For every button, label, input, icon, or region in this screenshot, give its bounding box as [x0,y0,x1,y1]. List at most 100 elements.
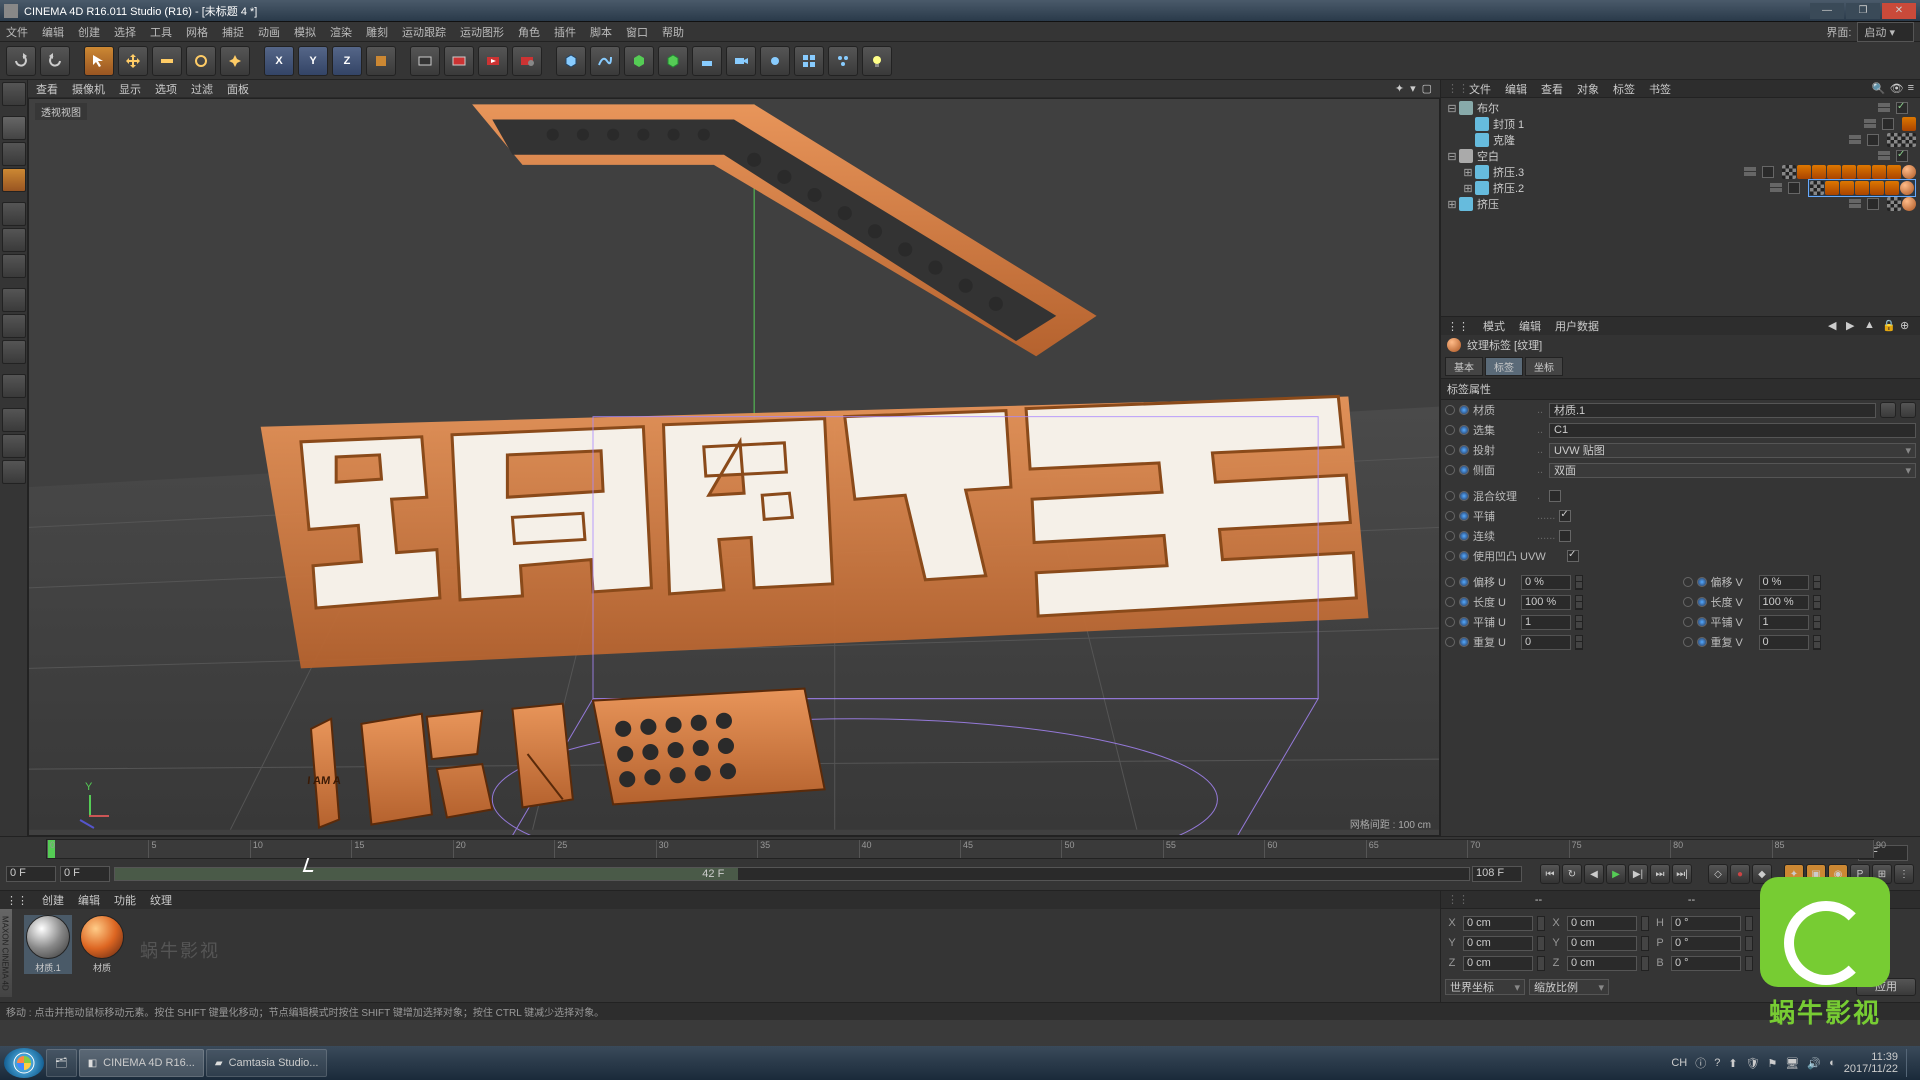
taskbar-camtasia[interactable]: ▰ Camtasia Studio... [206,1049,328,1077]
length-u-input[interactable]: 100 % [1521,595,1571,610]
panel-menu-item[interactable]: 创建 [42,892,64,908]
viewmenu-item[interactable]: 查看 [36,81,58,97]
panel-menu-item[interactable]: 标签 [1613,81,1635,97]
menu-item[interactable]: 文件 [6,24,28,40]
tag-icon[interactable] [1857,165,1871,179]
panel-menu-item[interactable]: 编辑 [1519,318,1541,334]
autokey-button[interactable]: ◇ [1708,864,1728,884]
apply-button[interactable]: 应用 [1856,978,1916,996]
viewport-solo-button[interactable] [2,408,26,432]
visibility-toggle[interactable] [1878,151,1890,161]
key-param-button[interactable]: P [1850,864,1870,884]
z-axis-button[interactable]: Z [332,46,362,76]
timeline-range[interactable]: 42 F [114,867,1470,881]
last-tool-button[interactable] [220,46,250,76]
filter-icon[interactable]: ≡ [1908,82,1914,95]
live-select-button[interactable] [84,46,114,76]
attribute-tab[interactable]: 标签 [1485,357,1523,376]
repeat-v-input[interactable]: 0 [1759,635,1809,650]
make-editable-button[interactable] [2,82,26,106]
new-icon[interactable]: ⊕ [1900,319,1914,333]
minimize-button[interactable]: — [1810,3,1844,19]
menu-item[interactable]: 窗口 [626,24,648,40]
move-button[interactable] [118,46,148,76]
model-mode-button[interactable] [2,116,26,140]
rot-p-input[interactable]: 0 ° [1671,936,1741,951]
tray-icon[interactable]: ? [1714,1057,1720,1069]
enable-checkbox[interactable] [1867,198,1879,210]
projection-select[interactable]: UVW 贴图 [1549,443,1916,458]
render-pv-button[interactable] [478,46,508,76]
enable-checkbox[interactable] [1867,134,1879,146]
edge-mode-button[interactable] [2,228,26,252]
tag-icon[interactable] [1902,197,1916,211]
frame-current-input[interactable]: 0 F [60,866,110,882]
object-name[interactable]: 挤压 [1475,196,1501,212]
pos-z-input[interactable]: 0 cm [1463,956,1533,971]
menu-item[interactable]: 脚本 [590,24,612,40]
menu-item[interactable]: 角色 [518,24,540,40]
scene-button[interactable] [794,46,824,76]
prev-frame-button[interactable]: ◀ [1584,864,1604,884]
key-rot-button[interactable]: ◉ [1828,864,1848,884]
tag-icon[interactable] [1825,181,1839,195]
tag-icon[interactable] [1827,165,1841,179]
goto-start-button[interactable]: ⏮ [1540,864,1560,884]
tag-icon[interactable] [1870,181,1884,195]
mix-checkbox[interactable] [1549,490,1561,502]
tray-icon[interactable]: ◐ [1829,1057,1836,1069]
tree-row[interactable]: ⊞挤压.3 [1445,164,1916,180]
render-view-button[interactable] [410,46,440,76]
coord-scale-select[interactable]: 缩放比例 [1529,979,1609,995]
key-opt-button[interactable]: ⋮ [1894,864,1914,884]
material-pick-button[interactable] [1880,402,1896,418]
menu-item[interactable]: 网格 [186,24,208,40]
panel-menu-item[interactable]: 纹理 [150,892,172,908]
key-pla-button[interactable]: ⊞ [1872,864,1892,884]
nav-fwd-icon[interactable]: ▶ [1846,319,1860,333]
visibility-toggle[interactable] [1864,119,1876,129]
expand-icon[interactable]: ⊞ [1463,182,1473,195]
environment-button[interactable] [692,46,722,76]
panel-menu-item[interactable]: 查看 [1541,81,1563,97]
tag-icon[interactable] [1900,181,1914,195]
tag-icon[interactable] [1902,117,1916,131]
menu-item[interactable]: 模拟 [294,24,316,40]
visibility-toggle[interactable] [1849,199,1861,209]
viewport[interactable]: 透视视图 [28,98,1440,836]
camera-button[interactable] [726,46,756,76]
material-item[interactable]: 材质.1 [24,915,72,974]
goto-end-button[interactable]: ⏭ [1650,864,1670,884]
object-name[interactable]: 空白 [1475,148,1501,164]
tree-row[interactable]: 封顶 1 [1445,116,1916,132]
panel-menu-item[interactable]: 编辑 [78,892,100,908]
object-name[interactable]: 封顶 1 [1491,116,1526,132]
pos-y-input[interactable]: 0 cm [1463,936,1533,951]
cube-button[interactable] [556,46,586,76]
start-button[interactable] [4,1048,44,1078]
record-button[interactable]: ● [1730,864,1750,884]
coord-system-button[interactable] [366,46,396,76]
rotate-button[interactable] [186,46,216,76]
viewmenu-item[interactable]: 显示 [119,81,141,97]
enable-checkbox[interactable] [1882,118,1894,130]
panel-menu-item[interactable]: 用户数据 [1555,318,1599,334]
close-button[interactable]: ✕ [1882,3,1916,19]
loop-button[interactable]: ↻ [1562,864,1582,884]
tag-icon[interactable] [1797,165,1811,179]
frame-start-input[interactable]: 0 F [6,866,56,882]
viewmenu-item[interactable]: 选项 [155,81,177,97]
menu-item[interactable]: 捕捉 [222,24,244,40]
eye-icon[interactable]: 👁 [1890,82,1904,95]
visibility-toggle[interactable] [1770,183,1782,193]
next-frame-button[interactable]: ▶| [1628,864,1648,884]
taskbar-c4d[interactable]: ◧ CINEMA 4D R16... [79,1049,204,1077]
enable-checkbox[interactable] [1896,102,1908,114]
visibility-toggle[interactable] [1878,103,1890,113]
pos-x-input[interactable]: 0 cm [1463,916,1533,931]
menu-item[interactable]: 帮助 [662,24,684,40]
frame-end-input[interactable]: 108 F [1472,866,1522,882]
tag-icon[interactable] [1885,181,1899,195]
side-select[interactable]: 双面 [1549,463,1916,478]
search-icon[interactable]: 🔍 [1872,82,1886,95]
